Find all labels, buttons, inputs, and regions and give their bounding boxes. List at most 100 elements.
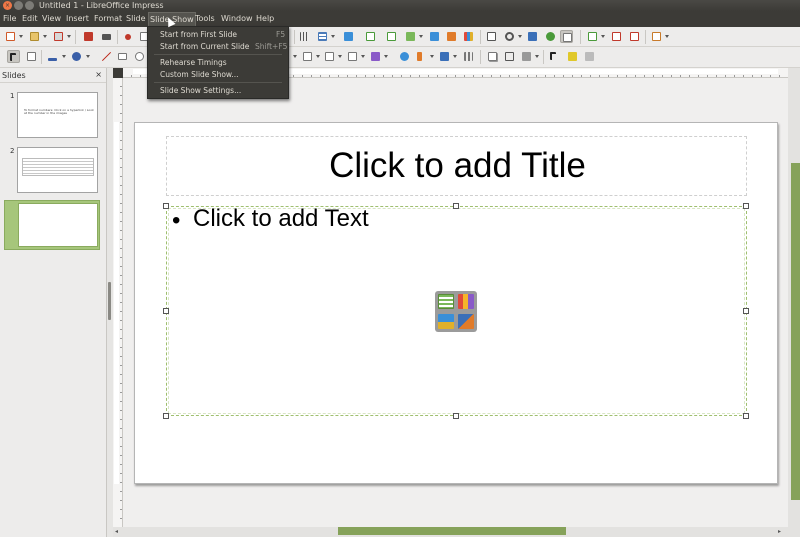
minimize-window-button[interactable]: [14, 1, 23, 10]
resize-handle-left[interactable]: [163, 308, 169, 314]
line-icon[interactable]: [100, 50, 113, 63]
drawing-toolbar: [0, 47, 800, 68]
slide-thumbnail-1[interactable]: To format numbers: Click on a hyperlink …: [17, 92, 98, 138]
toggle-extrusion-icon[interactable]: [583, 50, 596, 63]
slides-pane: Slides × 1 To format numbers: Click on a…: [0, 68, 107, 537]
insert-chart-icon[interactable]: [458, 294, 474, 309]
menu-tools[interactable]: Tools: [194, 13, 216, 25]
resize-handle-bottom-right[interactable]: [743, 413, 749, 419]
title-placeholder[interactable]: Click to add Title: [166, 136, 747, 196]
arrange-icon[interactable]: [438, 50, 451, 63]
close-window-button[interactable]: ×: [3, 1, 12, 10]
menu-item-custom-slide-show[interactable]: Custom Slide Show...: [160, 70, 239, 79]
transformations-icon[interactable]: [544, 30, 557, 43]
insert-content-icons: [435, 291, 477, 332]
slide-layout-icon[interactable]: [404, 30, 417, 43]
thumbnail-table: [22, 158, 94, 176]
maximize-window-button[interactable]: [25, 1, 34, 10]
menu-item-start-from-current-slide[interactable]: Start from Current Slide: [160, 42, 249, 51]
insert-video-icon[interactable]: [458, 314, 474, 329]
fontwork-icon[interactable]: [526, 30, 539, 43]
slide-new-icon[interactable]: [586, 30, 599, 43]
filter-icon[interactable]: [520, 50, 533, 63]
menu-item-start-from-first-slide[interactable]: Start from First Slide: [160, 30, 237, 39]
glue-points-icon[interactable]: [566, 50, 579, 63]
resize-handle-right[interactable]: [743, 308, 749, 314]
scroll-left-icon[interactable]: ◂: [115, 528, 118, 535]
horizontal-scrollbar-thumb[interactable]: [338, 527, 566, 535]
slide-thumbnail-3[interactable]: [4, 200, 100, 250]
vertical-scrollbar-thumb[interactable]: [791, 163, 800, 500]
delete-slide-icon[interactable]: [610, 30, 623, 43]
menu-slide[interactable]: Slide: [125, 13, 147, 25]
slide-layout-menu-icon[interactable]: [650, 30, 663, 43]
basic-shapes-icon[interactable]: [301, 50, 314, 63]
select-icon[interactable]: [7, 50, 20, 63]
symbol-shapes-icon[interactable]: [323, 50, 336, 63]
close-icon[interactable]: ×: [95, 70, 102, 79]
fill-color-icon[interactable]: [70, 50, 83, 63]
rotate-icon[interactable]: [398, 50, 411, 63]
align-icon[interactable]: [415, 50, 428, 63]
resize-handle-top-left[interactable]: [163, 203, 169, 209]
bullet-symbol: •: [172, 207, 181, 234]
stars-icon[interactable]: [346, 50, 359, 63]
3d-objects-icon[interactable]: [369, 50, 382, 63]
grid-icon[interactable]: [298, 30, 311, 43]
display-views-icon[interactable]: [560, 30, 573, 43]
resize-handle-top[interactable]: [453, 203, 459, 209]
menu-file[interactable]: File: [2, 13, 17, 25]
chart-icon[interactable]: [462, 30, 475, 43]
print-icon[interactable]: [100, 30, 113, 43]
zoom-pan-icon[interactable]: [25, 50, 38, 63]
title-placeholder-text: Click to add Title: [329, 146, 586, 185]
new-icon[interactable]: [4, 30, 17, 43]
resize-handle-bottom[interactable]: [453, 413, 459, 419]
vertical-scrollbar[interactable]: [788, 68, 800, 537]
distribute-icon[interactable]: [462, 50, 475, 63]
thumbnail-text: To format numbers: Click on a hyperlink …: [24, 108, 94, 115]
menu-item-rehearse-timings[interactable]: Rehearse Timings: [160, 58, 227, 67]
insert-image-icon[interactable]: [438, 314, 454, 329]
text-box-icon[interactable]: [485, 30, 498, 43]
save-icon[interactable]: [52, 30, 65, 43]
menu-separator: [154, 54, 282, 55]
rectangle-icon[interactable]: [116, 50, 129, 63]
media-icon[interactable]: [445, 30, 458, 43]
selected-slide-preview: [18, 203, 98, 247]
menu-insert[interactable]: Insert: [65, 13, 90, 25]
image-icon[interactable]: [342, 30, 355, 43]
scroll-right-icon[interactable]: ▸: [778, 528, 781, 535]
image-insert-icon[interactable]: [428, 30, 441, 43]
shortcut-label: Shift+F5: [255, 42, 288, 51]
menu-window[interactable]: Window: [220, 13, 254, 25]
menu-edit[interactable]: Edit: [21, 13, 39, 25]
menu-item-slide-show-settings[interactable]: Slide Show Settings...: [160, 86, 241, 95]
new-slide-icon[interactable]: [364, 30, 377, 43]
vertical-ruler-page-area: [114, 122, 119, 484]
horizontal-scrollbar[interactable]: ◂ ▸: [113, 527, 788, 537]
shadow-icon[interactable]: [486, 50, 499, 63]
line-color-icon[interactable]: [46, 50, 59, 63]
cut-icon[interactable]: [122, 30, 135, 43]
export-pdf-icon[interactable]: [82, 30, 95, 43]
open-icon[interactable]: [28, 30, 41, 43]
resize-handle-bottom-left[interactable]: [163, 413, 169, 419]
menu-view[interactable]: View: [41, 13, 62, 25]
hide-slide-icon[interactable]: [628, 30, 641, 43]
menu-format[interactable]: Format: [93, 13, 123, 25]
crop-icon[interactable]: [503, 50, 516, 63]
title-bar: × Untitled 1 - LibreOffice Impress: [0, 0, 800, 11]
slide-thumbnail-2[interactable]: [17, 147, 98, 193]
resize-handle-top-right[interactable]: [743, 203, 749, 209]
insert-table-icon[interactable]: [438, 294, 454, 309]
splitter-handle[interactable]: [108, 282, 111, 320]
menu-help[interactable]: Help: [255, 13, 275, 25]
ellipse-icon[interactable]: [133, 50, 146, 63]
slide-show-menu-dropdown: Start from First Slide F5 Start from Cur…: [147, 26, 289, 99]
duplicate-slide-icon[interactable]: [385, 30, 398, 43]
libreoffice-impress-window: × Untitled 1 - LibreOffice Impress File …: [0, 0, 800, 537]
special-character-icon[interactable]: [503, 30, 516, 43]
points-icon[interactable]: [548, 50, 561, 63]
table-icon[interactable]: [316, 30, 329, 43]
